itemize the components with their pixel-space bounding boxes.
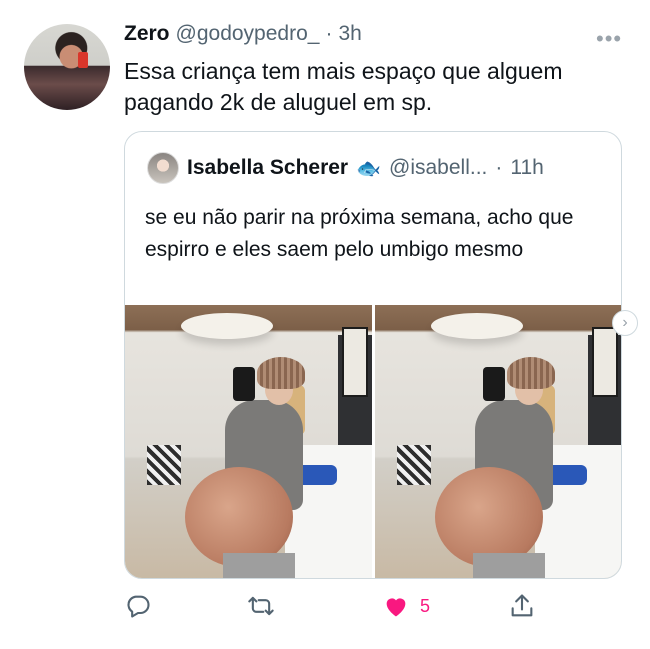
avatar-phone (78, 52, 88, 68)
blue-jacket (297, 465, 337, 485)
quoted-tweet-text: se eu não parir na próxima semana, acho … (145, 206, 574, 261)
bucket-hat (257, 357, 305, 389)
reply-button[interactable] (124, 592, 152, 620)
tweet-text: Essa criança tem mais espaço que alguem … (124, 58, 563, 115)
wall-art (342, 327, 368, 397)
striped-chair (397, 445, 431, 485)
quoted-author-handle[interactable]: @isabell... (389, 156, 487, 180)
quoted-author-name[interactable]: Isabella Scherer (187, 156, 348, 180)
media-gallery (125, 305, 621, 578)
share-button[interactable] (508, 592, 536, 620)
quoted-author-avatar[interactable] (147, 152, 179, 184)
quoted-header-separator: · (495, 156, 503, 179)
quoted-tweet-time[interactable]: 11h (510, 156, 543, 180)
ceiling-lamp (181, 313, 273, 339)
author-handle[interactable]: @godoypedro_ (176, 22, 320, 46)
like-count: 5 (420, 595, 431, 616)
quoted-header: Isabella Scherer 🐟 @isabell... · 11h (147, 152, 544, 184)
author-avatar[interactable] (24, 24, 110, 110)
author-name[interactable]: Zero (124, 22, 170, 46)
phone (233, 367, 255, 401)
tweet-actions: 5 (124, 592, 544, 624)
striped-chair (147, 445, 181, 485)
reply-icon (127, 595, 150, 618)
media-photo[interactable] (125, 305, 372, 578)
retweet-icon (248, 596, 274, 616)
fish-emoji-icon: 🐟 (356, 157, 382, 180)
like-button[interactable]: 5 (382, 592, 430, 620)
chevron-right-icon[interactable]: › (612, 310, 638, 336)
retweet-button[interactable] (247, 592, 275, 620)
blue-jacket (547, 465, 587, 485)
tweet-time[interactable]: 3h (338, 22, 361, 46)
header-separator: · (325, 22, 333, 45)
phone (483, 367, 505, 401)
heart-icon (386, 598, 406, 617)
wall-art (592, 327, 618, 397)
more-options-icon[interactable]: ••• (596, 26, 622, 52)
grey-pants (473, 553, 545, 578)
bucket-hat (507, 357, 555, 389)
tweet[interactable]: Zero @godoypedro_ · 3h ••• Essa criança … (0, 0, 650, 649)
share-icon (511, 594, 533, 617)
belly (435, 467, 543, 567)
belly (185, 467, 293, 567)
tweet-header: Zero @godoypedro_ · 3h (124, 22, 362, 50)
grey-pants (223, 553, 295, 578)
ceiling-lamp (431, 313, 523, 339)
media-photo[interactable] (375, 305, 621, 578)
quoted-tweet[interactable]: Isabella Scherer 🐟 @isabell... · 11h se … (124, 131, 622, 579)
